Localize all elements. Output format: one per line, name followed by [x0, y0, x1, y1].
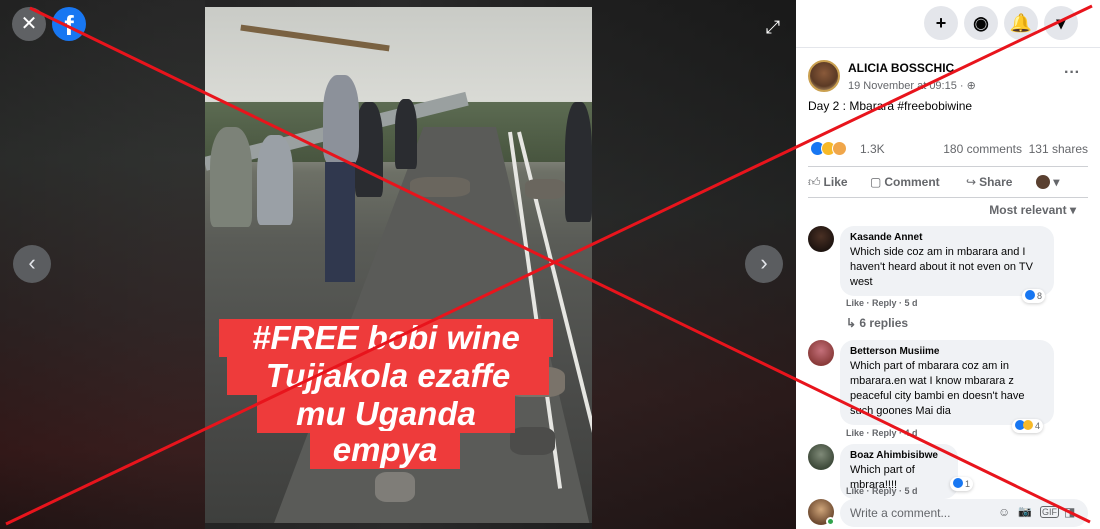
online-status-dot: [826, 517, 835, 526]
caption-line: Tujjakola ezaffe: [227, 357, 549, 395]
bystander: [565, 102, 592, 222]
reaction-icons: [810, 141, 858, 157]
comment-bubble: Betterson Musiime Which part of mbarara …: [840, 340, 1054, 425]
post-photo: #FREE bobi wine Tujjakola ezaffe mu Ugan…: [205, 7, 592, 523]
wow-reaction-icon: [1023, 420, 1033, 430]
account-menu-icon[interactable]: ▾: [1044, 6, 1078, 40]
sad-reaction-icon: [832, 141, 847, 156]
comment-label: Comment: [884, 175, 940, 189]
fullscreen-icon[interactable]: ⤢: [762, 16, 784, 38]
bystander: [395, 99, 417, 169]
comment-actions[interactable]: Like · Reply · 4 d: [846, 428, 918, 438]
comment-actions[interactable]: Like · Reply · 5 d: [846, 486, 918, 496]
thumbs-up-icon: 👍︎: [808, 175, 821, 189]
comment-item: Betterson Musiime Which part of mbarara …: [808, 340, 1088, 440]
caption-line: mu Uganda: [257, 395, 515, 433]
page-avatar-icon: [1036, 175, 1050, 189]
more-options-icon[interactable]: ···: [1064, 64, 1080, 82]
post-actions: 👍︎ Like ▢ Comment ↪ Share ▾: [808, 166, 1088, 198]
bystander: [210, 127, 252, 227]
comment-icon: ▢: [870, 175, 882, 189]
comment-reactions[interactable]: 4: [1012, 419, 1044, 433]
bystander: [355, 102, 383, 197]
share-icon: ↪: [966, 175, 977, 189]
commenter-avatar[interactable]: [808, 226, 834, 252]
comment-text: Which side coz am in mbarara and I haven…: [850, 246, 1033, 288]
screenshot: ✕ f ⤢ ‹ › #FREE bobi wine Tujjakola ezaf…: [0, 0, 1100, 529]
comment-item: Boaz Ahimbisibwe Which part of mbrara!!!…: [808, 444, 1088, 499]
comment-reactions[interactable]: 8: [1022, 289, 1046, 303]
comment-button[interactable]: ▢ Comment: [870, 175, 940, 189]
commenter-name[interactable]: Boaz Ahimbisibwe: [850, 450, 948, 461]
like-button[interactable]: 👍︎ Like: [808, 175, 848, 190]
comment-sort-dropdown[interactable]: Most relevant ▾: [989, 203, 1076, 217]
view-replies-link[interactable]: ↳ 6 replies: [846, 316, 908, 330]
shares-count[interactable]: 131 shares: [1029, 142, 1088, 156]
comment-reaction-count: 4: [1035, 421, 1041, 431]
notifications-bell-icon[interactable]: 🔔: [1004, 6, 1038, 40]
comment-item: Kasande Annet Which side coz am in mbara…: [808, 226, 1088, 336]
comment-bubble: Kasande Annet Which side coz am in mbara…: [840, 226, 1054, 296]
share-button[interactable]: ↪ Share: [966, 175, 1012, 189]
top-bar: + ◉ 🔔 ▾: [796, 0, 1100, 48]
rock: [525, 179, 565, 199]
author-name[interactable]: ALICIA BOSSCHIC: [848, 61, 954, 75]
commenter-avatar[interactable]: [808, 340, 834, 366]
like-reaction-icon: [1025, 290, 1035, 300]
share-label: Share: [979, 175, 1013, 189]
comment-text: Which part of mbarara coz am in mbarara.…: [850, 360, 1025, 417]
reactions-summary[interactable]: 1.3K 180 comments 131 shares: [810, 141, 1088, 157]
previous-photo-button[interactable]: ‹: [13, 245, 51, 283]
author-avatar[interactable]: [808, 60, 840, 92]
pickaxe: [240, 24, 390, 52]
commenter-name[interactable]: Kasande Annet: [850, 232, 1044, 243]
create-plus-icon[interactable]: +: [924, 6, 958, 40]
next-photo-button[interactable]: ›: [745, 245, 783, 283]
comment-reaction-count: 1: [965, 479, 971, 489]
reaction-count[interactable]: 1.3K: [860, 142, 885, 156]
emoji-icon[interactable]: ☺: [998, 505, 1010, 519]
comment-composer: Write a comment... ☺ 📷 GIF ◨: [808, 497, 1088, 527]
bystander: [257, 135, 293, 225]
like-label: Like: [823, 175, 848, 189]
camera-icon[interactable]: 📷: [1018, 505, 1032, 518]
commenter-avatar[interactable]: [808, 444, 834, 470]
caption-line: #FREE bobi wine: [219, 319, 553, 357]
comment-actions[interactable]: Like · Reply · 5 d: [846, 298, 918, 308]
rock: [510, 427, 555, 455]
rock: [375, 472, 415, 502]
comments-count[interactable]: 180 comments: [943, 142, 1022, 156]
photo-viewer: ✕ f ⤢ ‹ › #FREE bobi wine Tujjakola ezaf…: [0, 0, 796, 529]
like-reaction-icon: [953, 478, 963, 488]
comment-reactions[interactable]: 1: [950, 477, 974, 491]
close-icon[interactable]: ✕: [12, 7, 46, 41]
rock: [410, 177, 470, 197]
post-date[interactable]: 19 November at 09:15 · ⊕: [848, 79, 976, 92]
messenger-icon[interactable]: ◉: [964, 6, 998, 40]
post-text: Day 2 : Mbarara #freebobiwine: [808, 99, 973, 113]
sticker-icon[interactable]: ◨: [1064, 505, 1075, 519]
post-side-panel: + ◉ 🔔 ▾ ALICIA BOSSCHIC 19 November at 0…: [796, 0, 1100, 529]
commenter-name[interactable]: Betterson Musiime: [850, 346, 1044, 357]
react-as-selector[interactable]: ▾: [1036, 175, 1059, 189]
post-header: ALICIA BOSSCHIC 19 November at 09:15 · ⊕…: [808, 60, 1088, 100]
comment-reaction-count: 8: [1037, 291, 1043, 301]
gif-icon[interactable]: GIF: [1040, 506, 1059, 518]
protester-legs: [325, 162, 355, 282]
comments-shares-count[interactable]: 180 comments 131 shares: [943, 142, 1088, 156]
caption-line: empya: [310, 431, 460, 469]
facebook-logo-icon[interactable]: f: [52, 7, 86, 41]
protester: [323, 75, 359, 165]
